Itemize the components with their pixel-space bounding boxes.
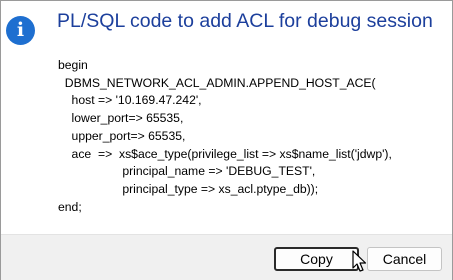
arrow-pointer-icon: [352, 250, 367, 272]
code-line: end;: [58, 199, 82, 214]
code-line: DBMS_NETWORK_ACL_ADMIN.APPEND_HOST_ACE(: [58, 75, 376, 90]
info-icon: i: [6, 16, 35, 45]
code-line: begin: [58, 58, 88, 72]
acl-code-dialog: i PL/SQL code to add ACL for debug sessi…: [0, 0, 453, 280]
cancel-button[interactable]: Cancel: [367, 247, 442, 271]
code-line: ace => xs$ace_type(privilege_list => xs$…: [58, 146, 392, 161]
code-line: upper_port=> 65535,: [58, 128, 186, 143]
dialog-footer: Copy Cancel: [1, 234, 452, 280]
dialog-header: i PL/SQL code to add ACL for debug sessi…: [1, 1, 452, 57]
code-line: principal_type => xs_acl.ptype_db));: [58, 181, 319, 196]
code-line: principal_name => 'DEBUG_TEST',: [58, 164, 316, 179]
copy-button[interactable]: Copy: [274, 247, 359, 271]
code-line: lower_port=> 65535,: [58, 111, 184, 126]
code-line: host => '10.169.47.242',: [58, 93, 202, 108]
dialog-title: PL/SQL code to add ACL for debug session: [57, 10, 433, 32]
plsql-code-block: begin DBMS_NETWORK_ACL_ADMIN.APPEND_HOST…: [58, 57, 392, 216]
